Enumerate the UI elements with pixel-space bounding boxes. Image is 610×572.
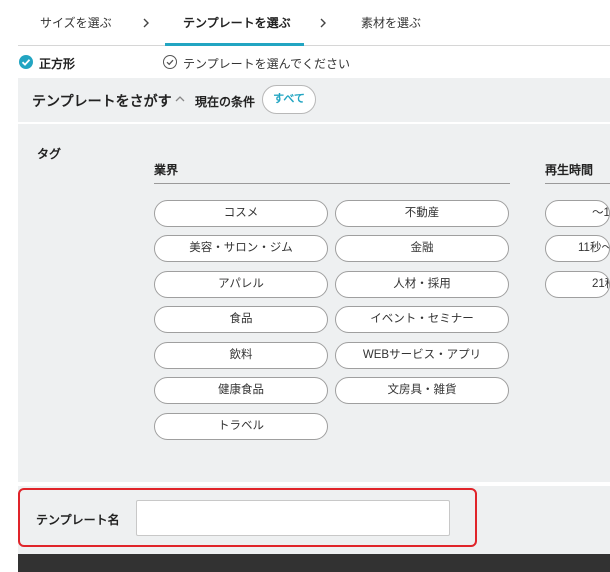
tag-duration-short[interactable]: 〜1 — [545, 200, 610, 227]
tag-food[interactable]: 食品 — [154, 306, 328, 333]
tag-web-service-app[interactable]: WEBサービス・アプリ — [335, 342, 509, 369]
template-name-label: テンプレート名 — [36, 513, 120, 527]
condition-all-button[interactable]: すべて — [262, 85, 316, 114]
chevron-up-icon[interactable] — [174, 91, 186, 110]
step-select-material[interactable]: 素材を選ぶ — [361, 0, 421, 46]
check-circle-filled-icon — [19, 55, 33, 69]
current-condition-label: 現在の条件 — [195, 95, 256, 109]
tag-travel[interactable]: トラベル — [154, 413, 328, 440]
tag-stationery[interactable]: 文房具・雑貨 — [335, 377, 509, 404]
industry-group-title: 業界 — [154, 163, 179, 177]
tag-apparel[interactable]: アパレル — [154, 271, 328, 298]
step-navigation: サイズを選ぶ テンプレートを選ぶ 素材を選ぶ — [18, 0, 610, 46]
tag-beauty-salon-gym[interactable]: 美容・サロン・ジム — [154, 235, 328, 262]
template-name-input[interactable] — [136, 500, 450, 536]
divider — [545, 183, 610, 184]
tag-health-food[interactable]: 健康食品 — [154, 377, 328, 404]
tag-duration-21s[interactable]: 21秒 — [545, 271, 610, 298]
chevron-right-icon — [318, 0, 328, 46]
search-title: テンプレートをさがす — [32, 93, 172, 109]
tag-duration-11s[interactable]: 11秒〜 — [545, 235, 610, 262]
selection-status: 正方形 テンプレートを選んでください — [18, 50, 610, 76]
selected-size-label: 正方形 — [39, 57, 76, 71]
template-name-section: テンプレート名 — [18, 486, 610, 554]
duration-group-title: 再生時間 — [545, 163, 594, 177]
tag-filter-panel: タグ 業界 再生時間 コスメ 不動産 美容・サロン・ジム 金融 アパレル 人材・… — [18, 124, 610, 482]
chevron-right-icon — [141, 0, 151, 46]
tag-beverage[interactable]: 飲料 — [154, 342, 328, 369]
check-circle-outline-icon — [163, 55, 177, 69]
template-instruction: テンプレートを選んでください — [183, 57, 351, 71]
tag-recruitment[interactable]: 人材・採用 — [335, 271, 509, 298]
divider — [154, 183, 510, 184]
step-select-template[interactable]: テンプレートを選ぶ — [183, 0, 291, 46]
tag-label: タグ — [37, 147, 62, 161]
tag-real-estate[interactable]: 不動産 — [335, 200, 509, 227]
tag-finance[interactable]: 金融 — [335, 235, 509, 262]
tag-event-seminar[interactable]: イベント・セミナー — [335, 306, 509, 333]
template-search-header: テンプレートをさがす 現在の条件 すべて — [18, 78, 610, 122]
step-select-size[interactable]: サイズを選ぶ — [40, 0, 112, 46]
active-step-indicator — [165, 43, 304, 46]
tag-cosme[interactable]: コスメ — [154, 200, 328, 227]
footer-bar — [18, 554, 610, 572]
